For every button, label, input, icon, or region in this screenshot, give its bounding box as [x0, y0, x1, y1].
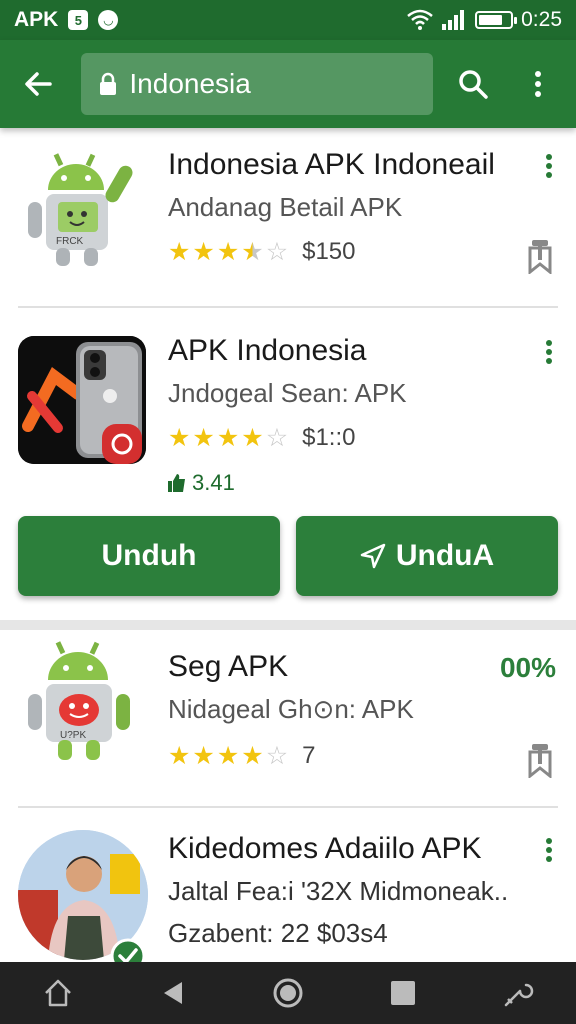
likes-value: 3.41 [192, 470, 235, 495]
app-icon-android-robot: FRCK [18, 144, 146, 272]
more-menu-button[interactable] [515, 60, 562, 108]
star-icon: ★ [241, 237, 264, 266]
home-icon [44, 979, 71, 1007]
more-vert-icon [546, 154, 552, 160]
star-icon: ★ [192, 237, 215, 266]
star-icon: ★ [241, 423, 264, 452]
app-icon-phone [18, 336, 146, 464]
app-title: Kidedomes Adaiilo APK [168, 832, 482, 865]
app-price: $150 [302, 238, 356, 265]
app-price: $1::0 [302, 424, 356, 451]
likes-count: 3.41 [168, 470, 235, 496]
back-triangle-icon [163, 982, 182, 1004]
app-icon-android-robot-red: U?PK [18, 638, 146, 766]
star-icon: ★ [241, 741, 264, 770]
battery-icon [475, 11, 518, 29]
app-subtitle-secondary: Gzabent: 22 $03s4 [168, 918, 388, 948]
download-button[interactable]: Unduh [18, 516, 280, 596]
search-button[interactable] [449, 60, 496, 108]
app-price: 7 [302, 742, 316, 769]
star-icon: ★ [192, 741, 215, 770]
progress-percent: 00% [499, 652, 556, 683]
star-icon: ★ [216, 423, 240, 452]
nav-back-button[interactable] [149, 969, 197, 1017]
recents-square-icon [391, 981, 416, 1005]
star-icon: ★ [216, 237, 240, 266]
download-button-label: Unduh [101, 539, 197, 572]
list-item[interactable]: FRCK Indonesia APK Indoneail Andanag Bet… [0, 128, 576, 308]
tool-icon [505, 983, 534, 1007]
item-more-button[interactable] [540, 334, 558, 370]
bookmark-icon[interactable] [526, 742, 554, 778]
search-input[interactable] [129, 68, 410, 100]
wifi-icon [407, 9, 433, 30]
star-icon: ☆ [265, 237, 289, 266]
send-icon [360, 543, 386, 569]
list-item[interactable]: APK Indonesia Jndogeal Sean: APK ★ ★ ★ ★ ☆ $… [0, 310, 576, 620]
app-title: Seg APK [168, 650, 289, 683]
more-vert-icon [546, 838, 552, 844]
home-circle-icon [273, 978, 303, 1008]
nav-circle-button[interactable] [264, 969, 312, 1017]
divider [18, 306, 558, 308]
app-subtitle: Nidageal Gh⊙n: APK [168, 694, 414, 724]
svg-text:U?PK: U?PK [60, 730, 86, 741]
send-download-button[interactable]: UnduA [296, 516, 558, 596]
system-nav-bar [0, 962, 576, 1024]
rating-row: ★ ★ ★ ★ ☆ 7 [168, 742, 315, 770]
app-subtitle: Jaltal Fea:i '32X Midmoneak.. [168, 876, 509, 906]
status-time: 0:25 [521, 8, 562, 31]
nav-recents-button[interactable] [379, 969, 427, 1017]
app-subtitle: Jndogeal Sean: APK [168, 378, 407, 408]
lock-icon [97, 72, 119, 96]
list-item[interactable]: Kidedomes Adaiilo APK Jaltal Fea:i '32X … [0, 810, 576, 974]
thumbs-up-icon [168, 474, 185, 492]
item-more-button[interactable] [540, 148, 558, 184]
more-vert-icon [535, 71, 542, 97]
app-subtitle: Andanag Betail APK [168, 192, 403, 222]
app-title: Indonesia APK Indoneail [168, 148, 495, 181]
divider [18, 806, 558, 808]
item-more-button[interactable] [540, 832, 558, 868]
section-separator [0, 620, 576, 630]
battery-fill [479, 15, 503, 25]
star-icon: ★ [216, 741, 240, 770]
star-icon: ★ [168, 237, 191, 266]
star-icon: ★ [192, 423, 215, 452]
status-bar: APK 5 ◡ 0:25 [0, 0, 576, 40]
signal-icon [442, 10, 465, 30]
star-rating: ★ ★ ★ ★ ☆ [168, 423, 289, 452]
svg-text:FRCK: FRCK [56, 236, 84, 247]
nav-home-button[interactable] [34, 969, 82, 1017]
star-icon: ★ [168, 423, 191, 452]
star-icon: ☆ [265, 741, 289, 770]
send-download-button-label: UnduA [395, 539, 495, 572]
status-app-label: APK [14, 8, 59, 31]
more-vert-icon [546, 340, 552, 346]
rating-row: ★ ★ ★ ★ ☆ $1::0 [168, 424, 356, 452]
nav-tool-button[interactable] [494, 969, 542, 1017]
search-icon [459, 70, 488, 99]
app-title: APK Indonesia [168, 334, 367, 367]
list-item[interactable]: U?PK Seg APK 00% Nidageal Gh⊙n: APK ★ ★ ★ ★… [0, 630, 576, 810]
back-button[interactable] [14, 60, 61, 108]
star-rating: ★ ★ ★ ★ ☆ [168, 237, 289, 266]
bookmark-icon[interactable] [526, 238, 554, 274]
notification-circle-icon: ◡ [98, 10, 119, 30]
star-icon: ★ [168, 741, 191, 770]
rating-row: ★ ★ ★ ★ ☆ $150 [168, 238, 356, 266]
star-rating: ★ ★ ★ ★ ☆ [168, 741, 289, 770]
notification-icon: 5 [68, 10, 89, 30]
arrow-left-icon [24, 72, 52, 96]
app-bar [0, 40, 576, 128]
star-icon: ☆ [265, 423, 289, 452]
search-box[interactable] [81, 53, 434, 115]
